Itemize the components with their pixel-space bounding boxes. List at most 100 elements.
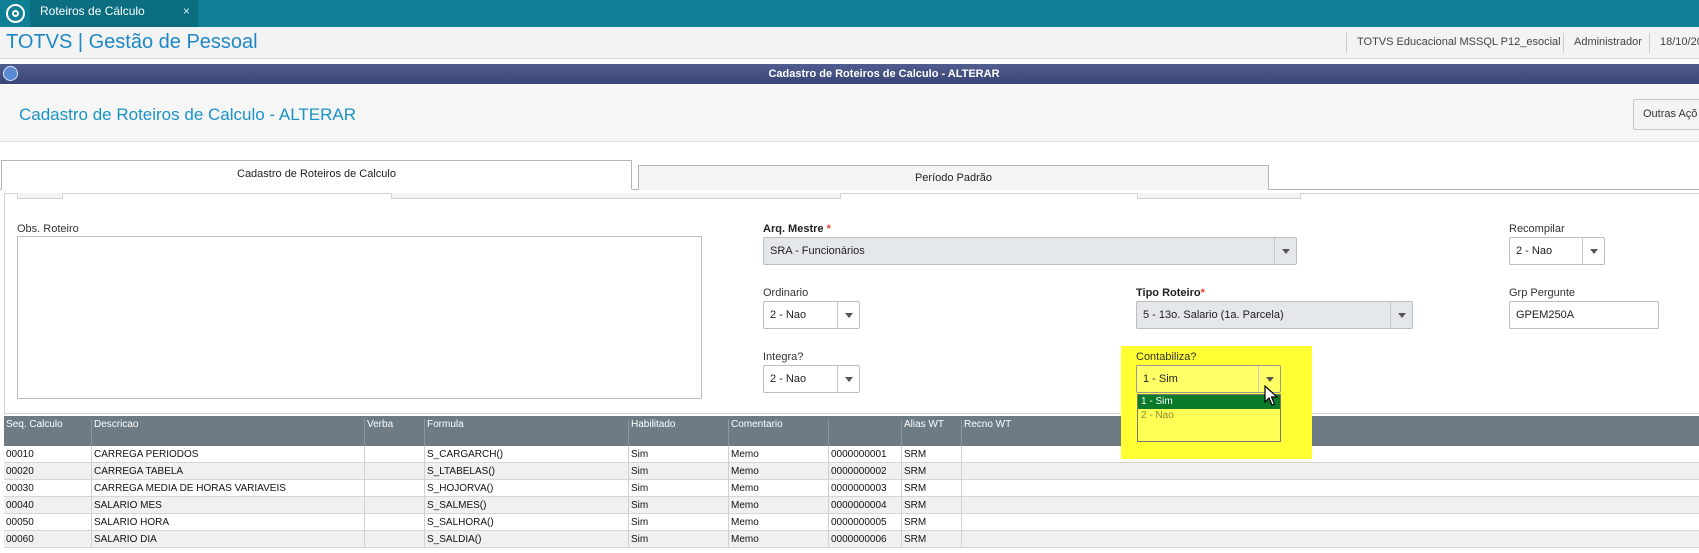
- cell-comentario: Memo: [729, 446, 829, 463]
- col-recno-wt[interactable]: Recno WT: [962, 419, 1699, 446]
- cell-descricao: SALARIO DIA: [92, 531, 365, 548]
- cell-id: 0000000002: [829, 463, 902, 480]
- date-label: 18/10/20: [1660, 36, 1699, 48]
- cell-verba: [365, 480, 425, 497]
- cell-descricao: CARREGA MEDIA DE HORAS VARIAVEIS: [92, 480, 365, 497]
- tab-label: Cadastro de Roteiros de Calculo: [237, 168, 396, 180]
- arq-mestre-label: Arq. Mestre *: [763, 223, 831, 235]
- cell-recno: [962, 497, 1699, 514]
- contabiliza-select[interactable]: 1 - Sim: [1136, 365, 1281, 393]
- cell-formula: S_HOJORVA(): [425, 480, 629, 497]
- cell-comentario: Memo: [729, 463, 829, 480]
- option-sim[interactable]: 1 - Sim: [1138, 395, 1280, 409]
- tab-periodo-padrao[interactable]: Período Padrão: [638, 165, 1269, 190]
- table-row[interactable]: 00020 CARREGA TABELA S_LTABELAS() Sim Me…: [4, 463, 1699, 480]
- table-row[interactable]: 00050 SALARIO HORA S_SALHORA() Sim Memo …: [4, 514, 1699, 531]
- cell-id: 0000000004: [829, 497, 902, 514]
- contabiliza-label: Contabiliza?: [1136, 351, 1197, 363]
- cell-seq: 00010: [4, 446, 92, 463]
- arq-mestre-value: SRA - Funcionários: [770, 245, 865, 257]
- cell-id: 0000000005: [829, 514, 902, 531]
- tab-cadastro-roteiros[interactable]: Cadastro de Roteiros de Calculo: [1, 160, 632, 190]
- table-row[interactable]: 00010 CARREGA PERIODOS S_CARGARCH() Sim …: [4, 446, 1699, 463]
- dialog-title: Cadastro de Roteiros de Calculo - ALTERA…: [768, 68, 1000, 80]
- chevron-down-icon[interactable]: [837, 366, 859, 392]
- environment-label[interactable]: TOTVS Educacional MSSQL P12_esocial: [1357, 36, 1561, 48]
- tipo-roteiro-select[interactable]: 5 - 13o. Salario (1a. Parcela): [1136, 301, 1413, 329]
- table-row[interactable]: 00040 SALARIO MES S_SALMES() Sim Memo 00…: [4, 497, 1699, 514]
- cell-formula: S_SALDIA(): [425, 531, 629, 548]
- recompilar-select[interactable]: 2 - Nao: [1509, 237, 1605, 265]
- cell-verba: [365, 531, 425, 548]
- integra-select[interactable]: 2 - Nao: [763, 365, 860, 393]
- cell-verba: [365, 497, 425, 514]
- col-formula[interactable]: Formula: [425, 419, 629, 446]
- app-header: TOTVS | Gestão de Pessoal TOTVS Educacio…: [0, 27, 1699, 59]
- dialog-title-bar: Cadastro de Roteiros de Calculo - ALTERA…: [0, 64, 1699, 84]
- chevron-down-icon[interactable]: [1390, 302, 1412, 328]
- cell-comentario: Memo: [729, 514, 829, 531]
- cell-recno: [962, 463, 1699, 480]
- chevron-down-icon[interactable]: [1274, 238, 1296, 264]
- user-label[interactable]: Administrador: [1574, 36, 1642, 48]
- cell-formula: S_CARGARCH(): [425, 446, 629, 463]
- cell-recno: [962, 446, 1699, 463]
- obs-roteiro-textarea[interactable]: [17, 236, 702, 399]
- col-descricao[interactable]: Descricao: [92, 419, 365, 446]
- grid-header: Seq. Calculo Descricao Verba Formula Hab…: [4, 416, 1699, 446]
- arq-mestre-select[interactable]: SRA - Funcionários: [763, 237, 1297, 265]
- recompilar-value: 2 - Nao: [1516, 245, 1553, 257]
- cell-comentario: Memo: [729, 531, 829, 548]
- outras-acoes-button[interactable]: Outras Açõ: [1633, 99, 1699, 130]
- cell-formula: S_LTABELAS(): [425, 463, 629, 480]
- recompilar-label: Recompilar: [1509, 223, 1565, 235]
- cell-formula: S_SALMES(): [425, 497, 629, 514]
- option-nao[interactable]: 2 - Nao: [1138, 409, 1280, 423]
- cell-recno: [962, 480, 1699, 497]
- cell-habilitado: Sim: [629, 497, 729, 514]
- tipo-roteiro-label-text: Tipo Roteiro: [1136, 287, 1201, 299]
- ordinario-value: 2 - Nao: [770, 309, 807, 321]
- cell-alias: SRM: [902, 497, 962, 514]
- col-verba[interactable]: Verba: [365, 419, 425, 446]
- cell-habilitado: Sim: [629, 463, 729, 480]
- cell-seq: 00020: [4, 463, 92, 480]
- cell-verba: [365, 514, 425, 531]
- ordinario-select[interactable]: 2 - Nao: [763, 301, 860, 329]
- cell-seq: 00050: [4, 514, 92, 531]
- cell-formula: S_SALHORA(): [425, 514, 629, 531]
- cell-habilitado: Sim: [629, 480, 729, 497]
- app-title: TOTVS | Gestão de Pessoal: [6, 31, 258, 53]
- col-comentario[interactable]: Comentario: [729, 419, 829, 446]
- header-divider: [1563, 33, 1564, 53]
- chevron-down-icon[interactable]: [837, 302, 859, 328]
- page-title: Cadastro de Roteiros de Calculo - ALTERA…: [19, 105, 357, 124]
- arq-mestre-label-text: Arq. Mestre: [763, 223, 824, 235]
- cell-habilitado: Sim: [629, 446, 729, 463]
- col-alias-wt[interactable]: Alias WT: [902, 419, 962, 446]
- grp-pergunte-input[interactable]: GPEM250A: [1509, 301, 1659, 329]
- table-row[interactable]: 00030 CARREGA MEDIA DE HORAS VARIAVEIS S…: [4, 480, 1699, 497]
- obs-roteiro-label: Obs. Roteiro: [17, 223, 79, 235]
- cell-alias: SRM: [902, 480, 962, 497]
- cell-id: 0000000001: [829, 446, 902, 463]
- cell-comentario: Memo: [729, 480, 829, 497]
- col-unnamed[interactable]: [829, 419, 902, 446]
- chevron-down-icon[interactable]: [1582, 238, 1604, 264]
- col-seq-calculo[interactable]: Seq. Calculo: [4, 419, 92, 446]
- cell-habilitado: Sim: [629, 514, 729, 531]
- cell-verba: [365, 446, 425, 463]
- cell-seq: 00060: [4, 531, 92, 548]
- tab-label: Período Padrão: [914, 172, 993, 184]
- hidden-field-edge: [1137, 193, 1301, 199]
- col-habilitado[interactable]: Habilitado: [629, 419, 729, 446]
- table-row[interactable]: 00060 SALARIO DIA S_SALDIA() Sim Memo 00…: [4, 531, 1699, 548]
- cell-id: 0000000003: [829, 480, 902, 497]
- home-icon[interactable]: [6, 4, 25, 23]
- tab-roteiros-calculo[interactable]: Roteiros de Cálculo [02.9.0007] ×: [30, 0, 198, 41]
- close-tab-icon[interactable]: ×: [183, 0, 190, 23]
- cell-alias: SRM: [902, 463, 962, 480]
- hidden-field-edge: [391, 193, 841, 199]
- page-header: Cadastro de Roteiros de Calculo - ALTERA…: [0, 85, 1699, 142]
- grp-pergunte-label: Grp Pergunte: [1509, 287, 1576, 299]
